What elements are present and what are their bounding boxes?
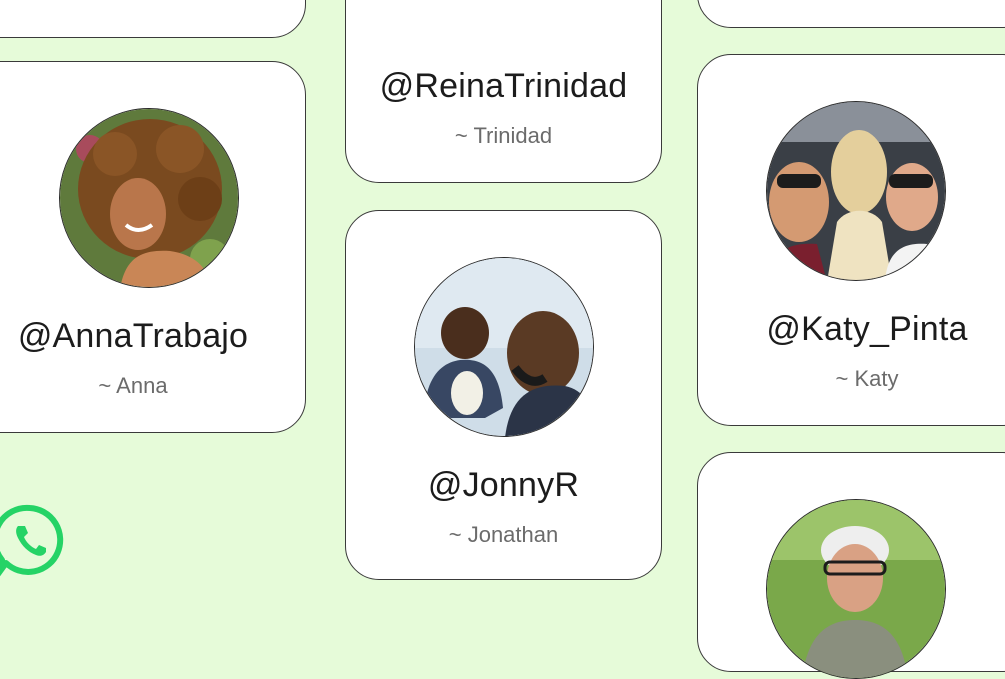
profile-card-jonny[interactable]: @JonnyR ~ Jonathan [345, 210, 662, 580]
avatar [59, 108, 239, 288]
avatar-photo [767, 102, 945, 280]
profile-display-name: ~ Anna [98, 373, 168, 398]
profile-handle: @Katy_Pinta [766, 310, 968, 348]
avatar [414, 257, 594, 437]
avatar [766, 101, 946, 281]
profile-display-name: ~ Trinidad [454, 123, 553, 148]
profile-card-partial-top-left [0, 0, 306, 38]
profile-handle: @JonnyR [427, 466, 580, 504]
profile-card-partial-bottom-right[interactable] [697, 452, 1005, 679]
profile-handle: @ReinaTrinidad [379, 67, 628, 105]
avatar-photo [767, 500, 945, 678]
profile-card-katy[interactable]: @Katy_Pinta ~ Katy [697, 54, 1005, 426]
profile-card-anna[interactable]: @AnnaTrabajo ~ Anna [0, 61, 306, 433]
profile-card-reina[interactable]: @ReinaTrinidad ~ Trinidad [345, 0, 662, 183]
avatar [766, 499, 946, 679]
avatar-photo [415, 258, 593, 436]
avatar-photo [60, 109, 238, 287]
whatsapp-icon [0, 504, 64, 577]
profile-display-name: ~ Katy [835, 366, 899, 391]
profile-handle: @AnnaTrabajo [17, 317, 249, 355]
profile-display-name: ~ Jonathan [448, 522, 559, 547]
profile-card-partial-top-right [697, 0, 1005, 28]
